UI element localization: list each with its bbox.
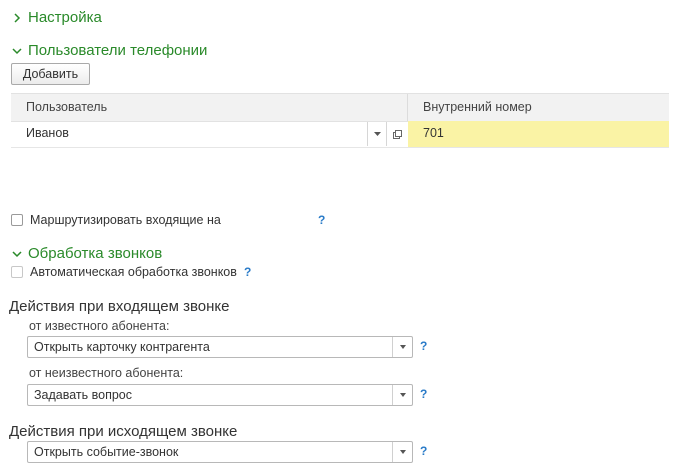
route-incoming-help-icon[interactable]: ?	[318, 213, 325, 227]
user-open-button[interactable]	[386, 122, 407, 146]
unknown-caller-label: от неизвестного абонента:	[29, 366, 184, 380]
section-settings-header[interactable]: Настройка	[12, 9, 102, 26]
known-caller-dropdown-button[interactable]	[392, 337, 412, 357]
auto-processing-label: Автоматическая обработка звонков	[30, 265, 237, 279]
users-table-header: Пользователь Внутренний номер	[11, 93, 669, 122]
table-row[interactable]: Иванов 701	[11, 121, 669, 148]
auto-processing-checkbox[interactable]	[11, 266, 23, 278]
section-telephony-users-header[interactable]: Пользователи телефонии	[12, 42, 207, 59]
unknown-caller-dropdown-button[interactable]	[392, 385, 412, 405]
unknown-caller-help-icon[interactable]: ?	[420, 387, 427, 401]
known-caller-select[interactable]: Открыть карточку контрагента	[27, 336, 413, 358]
unknown-caller-value: Задавать вопрос	[34, 388, 133, 402]
outgoing-action-select[interactable]: Открыть событие-звонок	[27, 441, 413, 463]
outgoing-help-icon[interactable]: ?	[420, 444, 427, 458]
column-header-extension[interactable]: Внутренний номер	[423, 100, 532, 114]
chevron-right-icon	[14, 12, 21, 23]
user-dropdown-button[interactable]	[367, 122, 386, 146]
section-settings-title: Настройка	[28, 9, 102, 26]
outgoing-action-value: Открыть событие-звонок	[34, 445, 179, 459]
route-incoming-checkbox[interactable]	[11, 214, 23, 226]
incoming-actions-heading: Действия при входящем звонке	[9, 298, 230, 315]
extension-value: 701	[423, 126, 444, 140]
column-divider	[407, 94, 408, 121]
chevron-down-icon	[12, 250, 22, 257]
known-caller-label: от известного абонента:	[29, 319, 170, 333]
auto-processing-help-icon[interactable]: ?	[244, 265, 251, 279]
route-incoming-label: Маршрутизировать входящие на	[30, 213, 221, 227]
extension-cell[interactable]: 701	[408, 121, 669, 147]
dropdown-arrow-icon	[373, 132, 381, 136]
outgoing-actions-heading: Действия при исходящем звонке	[9, 423, 238, 440]
known-caller-help-icon[interactable]: ?	[420, 339, 427, 353]
known-caller-value: Открыть карточку контрагента	[34, 340, 210, 354]
section-call-processing-header[interactable]: Обработка звонков	[12, 245, 162, 262]
dropdown-arrow-icon	[399, 345, 406, 349]
dropdown-arrow-icon	[399, 393, 406, 397]
outgoing-dropdown-button[interactable]	[392, 442, 412, 462]
add-button[interactable]: Добавить	[11, 63, 90, 85]
section-call-processing-title: Обработка звонков	[28, 245, 163, 262]
unknown-caller-select[interactable]: Задавать вопрос	[27, 384, 413, 406]
open-form-icon	[392, 129, 402, 139]
user-cell[interactable]: Иванов	[26, 126, 69, 140]
chevron-down-icon	[12, 47, 22, 54]
column-header-user[interactable]: Пользователь	[26, 100, 107, 114]
dropdown-arrow-icon	[399, 450, 406, 454]
section-telephony-users-title: Пользователи телефонии	[28, 42, 208, 59]
